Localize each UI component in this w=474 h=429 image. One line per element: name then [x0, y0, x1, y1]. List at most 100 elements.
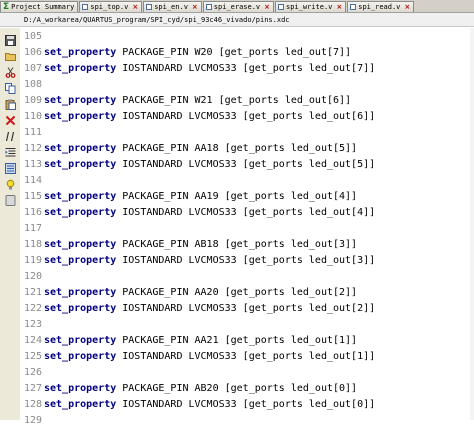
- insert-template-icon[interactable]: [4, 194, 16, 206]
- line-number: 109: [23, 95, 42, 106]
- code-keyword: set_property: [44, 383, 117, 394]
- line-number: 128: [23, 399, 42, 410]
- cut-icon[interactable]: [4, 66, 16, 78]
- line-number: 114: [23, 175, 42, 186]
- tab-label: spi_en.v: [154, 3, 188, 11]
- code-text: IOSTANDARD LVCMOS33 [get_ports led_out[5…: [116, 159, 376, 170]
- line-number: 111: [23, 127, 42, 138]
- tab-spi-top[interactable]: spi_top.v ×: [79, 1, 143, 12]
- line-number: 126: [23, 367, 42, 378]
- code-line: 109 set_property PACKAGE_PIN W21 [get_por…: [20, 93, 474, 109]
- code-line: 122 set_property IOSTANDARD LVCMOS33 [get…: [20, 301, 474, 317]
- line-number: 110: [23, 111, 42, 122]
- editor-side-toolbar: [0, 28, 21, 420]
- save-icon[interactable]: [4, 34, 16, 46]
- code-line: 120: [20, 269, 474, 285]
- code-line: 116 set_property IOSTANDARD LVCMOS33 [get…: [20, 205, 474, 221]
- code-keyword: set_property: [44, 191, 117, 202]
- file-path-bar: D:/A_workarea/QUARTUS_program/SPI_cyd/sp…: [0, 13, 474, 27]
- code-line: 108: [20, 77, 474, 93]
- line-number: 107: [23, 63, 42, 74]
- code-line: 110 set_property IOSTANDARD LVCMOS33 [get…: [20, 109, 474, 125]
- code-keyword: set_property: [44, 207, 117, 218]
- code-line: 128 set_property IOSTANDARD LVCMOS33 [get…: [20, 397, 474, 413]
- code-keyword: set_property: [44, 111, 117, 122]
- code-text: IOSTANDARD LVCMOS33 [get_ports led_out[2…: [116, 303, 376, 314]
- verilog-file-icon: [278, 4, 285, 10]
- code-keyword: set_property: [44, 63, 117, 74]
- code-line: 118 set_property PACKAGE_PIN AB18 [get_po…: [20, 237, 474, 253]
- close-icon[interactable]: ×: [264, 3, 270, 11]
- tab-spi-write[interactable]: spi_write.v ×: [275, 1, 347, 12]
- code-text: IOSTANDARD LVCMOS33 [get_ports led_out[6…: [116, 111, 376, 122]
- code-text: IOSTANDARD LVCMOS33 [get_ports led_out[1…: [116, 351, 376, 362]
- code-line: 121 set_property PACKAGE_PIN AA20 [get_po…: [20, 285, 474, 301]
- vertical-scrollbar[interactable]: [470, 28, 474, 420]
- code-line: 126: [20, 365, 474, 381]
- line-number: 112: [23, 143, 42, 154]
- line-number: 121: [23, 287, 42, 298]
- paste-icon[interactable]: [4, 98, 16, 110]
- code-text: PACKAGE_PIN AB18 [get_ports led_out[3]]: [116, 239, 358, 250]
- close-icon[interactable]: ×: [192, 3, 198, 11]
- code-keyword: set_property: [44, 335, 117, 346]
- code-line: 113 set_property IOSTANDARD LVCMOS33 [get…: [20, 157, 474, 173]
- code-keyword: set_property: [44, 239, 117, 250]
- line-number: 123: [23, 319, 42, 330]
- copy-icon[interactable]: [4, 82, 16, 94]
- tab-label: Project Summary: [11, 3, 75, 11]
- code-text: PACKAGE_PIN W21 [get_ports led_out[6]]: [116, 95, 352, 106]
- code-line: 111: [20, 125, 474, 141]
- close-icon[interactable]: ×: [336, 3, 342, 11]
- code-line: 127 set_property PACKAGE_PIN AB20 [get_po…: [20, 381, 474, 397]
- line-number: 122: [23, 303, 42, 314]
- close-icon[interactable]: ×: [404, 3, 410, 11]
- tab-spi-read[interactable]: spi_read.v ×: [347, 1, 415, 12]
- code-keyword: set_property: [44, 159, 117, 170]
- tab-label: spi_write.v: [286, 3, 333, 11]
- code-line: 114: [20, 173, 474, 189]
- line-number: 120: [23, 271, 42, 282]
- tab-spi-en[interactable]: spi_en.v ×: [143, 1, 202, 12]
- code-line: 129: [20, 413, 474, 429]
- delete-icon[interactable]: [4, 114, 16, 126]
- code-text: IOSTANDARD LVCMOS33 [get_ports led_out[3…: [116, 255, 376, 266]
- tab-label: spi_read.v: [358, 3, 401, 11]
- code-line: 115 set_property PACKAGE_PIN AA19 [get_po…: [20, 189, 474, 205]
- tab-spi-erase[interactable]: spi_erase.v ×: [202, 1, 275, 12]
- verilog-file-icon: [146, 4, 153, 10]
- line-number: 105: [23, 31, 42, 42]
- verilog-file-icon: [82, 4, 89, 10]
- code-keyword: set_property: [44, 399, 117, 410]
- indent-icon[interactable]: [4, 146, 16, 158]
- comment-icon[interactable]: [4, 130, 16, 142]
- code-text: PACKAGE_PIN AA20 [get_ports led_out[2]]: [116, 287, 358, 298]
- editor-tab-bar: Σ Project Summary spi_top.v × spi_en.v ×…: [0, 0, 474, 13]
- verilog-file-icon: [205, 4, 212, 10]
- code-keyword: set_property: [44, 255, 117, 266]
- code-keyword: set_property: [44, 287, 117, 298]
- bookmark-icon[interactable]: [4, 178, 16, 190]
- code-line: 117: [20, 221, 474, 237]
- tab-project-summary[interactable]: Σ Project Summary: [0, 1, 79, 12]
- code-line: 123: [20, 317, 474, 333]
- find-icon[interactable]: [4, 162, 16, 174]
- line-number: 118: [23, 239, 42, 250]
- line-number: 108: [23, 79, 42, 90]
- line-number: 129: [23, 415, 42, 426]
- code-line: 106 set_property PACKAGE_PIN W20 [get_por…: [20, 45, 474, 61]
- code-text: PACKAGE_PIN AB20 [get_ports led_out[0]]: [116, 383, 358, 394]
- code-editor[interactable]: 105 106 set_property PACKAGE_PIN W20 [get…: [20, 28, 474, 426]
- open-folder-icon[interactable]: [4, 50, 16, 62]
- sigma-icon: Σ: [3, 2, 10, 12]
- code-keyword: set_property: [44, 47, 117, 58]
- code-keyword: set_property: [44, 143, 117, 154]
- line-number: 124: [23, 335, 42, 346]
- close-icon[interactable]: ×: [132, 3, 138, 11]
- line-number: 125: [23, 351, 42, 362]
- code-text: IOSTANDARD LVCMOS33 [get_ports led_out[0…: [116, 399, 376, 410]
- code-line: 107 set_property IOSTANDARD LVCMOS33 [get…: [20, 61, 474, 77]
- code-keyword: set_property: [44, 303, 117, 314]
- line-number: 116: [23, 207, 42, 218]
- code-line: 124 set_property PACKAGE_PIN AA21 [get_po…: [20, 333, 474, 349]
